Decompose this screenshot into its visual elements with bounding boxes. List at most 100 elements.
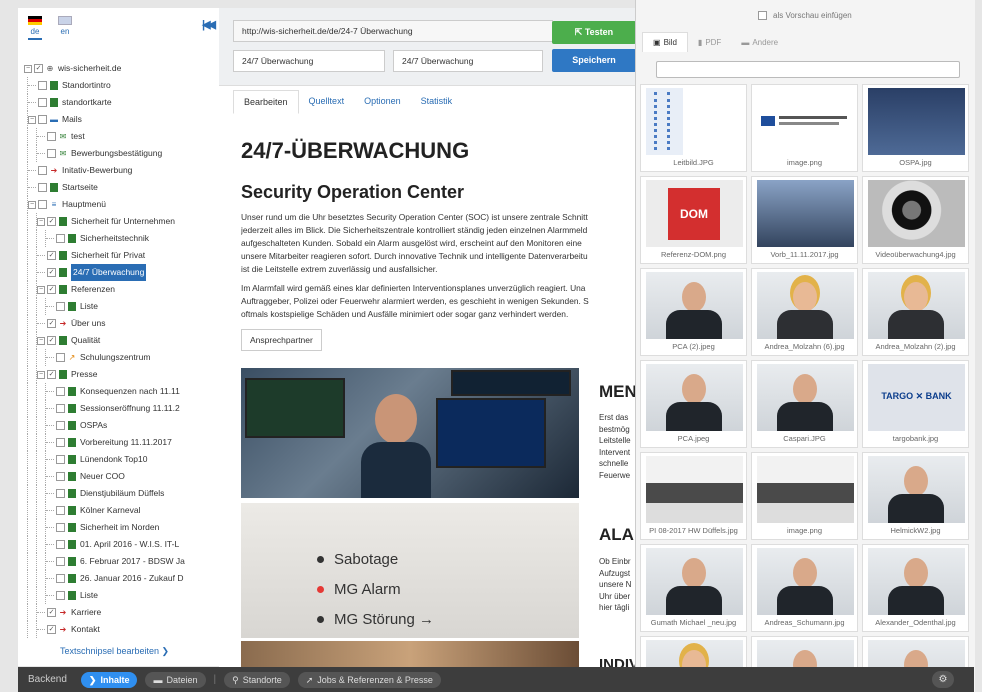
tree-checkbox[interactable]: [56, 404, 65, 413]
nav-jobs[interactable]: ➚ Jobs & Referenzen & Presse: [297, 671, 441, 688]
tree-node[interactable]: Sessionseröffnung 11.11.2: [24, 400, 225, 417]
media-item[interactable]: TARGO ✕ BANK targobank.jpg: [862, 360, 969, 448]
tree-node[interactable]: Startseite: [24, 179, 225, 196]
tree-checkbox[interactable]: [56, 234, 65, 243]
tree-checkbox[interactable]: [56, 472, 65, 481]
tree-checkbox[interactable]: [38, 200, 47, 209]
tree-checkbox[interactable]: [47, 132, 56, 141]
tree-checkbox[interactable]: [38, 115, 47, 124]
tree-checkbox[interactable]: [47, 319, 56, 328]
collapse-toggle-icon[interactable]: −: [28, 200, 36, 209]
tree-node[interactable]: ➔ Über uns: [24, 315, 225, 332]
tab-pdf[interactable]: ▮ PDF: [688, 32, 731, 52]
tree-node[interactable]: 01. April 2016 - W.I.S. IT-L: [24, 536, 225, 553]
tree-node[interactable]: ➔ Initativ-Bewerbung: [24, 162, 225, 179]
media-item[interactable]: Andrea_Molzahn (6).jpg: [751, 268, 858, 356]
media-item[interactable]: image.png: [751, 84, 858, 172]
tree-checkbox[interactable]: [56, 489, 65, 498]
tree-checkbox[interactable]: [56, 557, 65, 566]
tree-node[interactable]: Lünendonk Top10: [24, 451, 225, 468]
tree-checkbox[interactable]: [56, 523, 65, 532]
tree-node[interactable]: ✉ test: [24, 128, 225, 145]
tree-checkbox[interactable]: [47, 625, 56, 634]
tree-checkbox[interactable]: [38, 166, 47, 175]
editable-content[interactable]: 24/7-ÜBERWACHUNG Security Operation Cent…: [241, 138, 639, 351]
tab-andere[interactable]: ▬ Andere: [731, 32, 788, 52]
media-item[interactable]: Andreas_Schumann.jpg: [751, 544, 858, 632]
tree-node[interactable]: Standortintro: [24, 77, 225, 94]
tree-node[interactable]: Sicherheit im Norden: [24, 519, 225, 536]
collapse-toggle-icon[interactable]: −: [37, 285, 45, 294]
collapse-toggle-icon[interactable]: −: [37, 336, 45, 345]
tree-node[interactable]: Neuer COO: [24, 468, 225, 485]
tree-checkbox[interactable]: [56, 540, 65, 549]
edit-snippets-link[interactable]: Textschnipsel bearbeiten ❯: [60, 646, 169, 657]
tree-node[interactable]: OSPAs: [24, 417, 225, 434]
tree-checkbox[interactable]: [56, 591, 65, 600]
tree-node[interactable]: Liste: [24, 587, 225, 604]
tree-checkbox[interactable]: [56, 387, 65, 396]
page-title-field[interactable]: 24/7 Überwachung: [233, 50, 385, 72]
menu-title-field[interactable]: 24/7 Überwachung: [393, 50, 543, 72]
tree-checkbox[interactable]: [56, 353, 65, 362]
tree-node[interactable]: − ⊕ wis-sicherheit.de: [24, 60, 225, 77]
media-item[interactable]: Leitbild.JPG: [640, 84, 747, 172]
language-en[interactable]: en: [58, 16, 72, 40]
preview-checkbox[interactable]: [758, 11, 767, 20]
collapse-toggle-icon[interactable]: −: [28, 115, 36, 124]
save-button[interactable]: Speichern: [552, 49, 636, 72]
collapse-toggle-icon[interactable]: −: [37, 217, 45, 226]
collapse-toggle-icon[interactable]: −: [24, 64, 32, 73]
tree-checkbox[interactable]: [56, 438, 65, 447]
tree-node[interactable]: 6. Februar 2017 - BDSW Ja: [24, 553, 225, 570]
media-item[interactable]: Caspari.JPG: [751, 360, 858, 448]
media-item[interactable]: Videoüberwachung4.jpg: [862, 176, 969, 264]
contact-button[interactable]: Ansprechpartner: [241, 329, 322, 351]
tree-node[interactable]: Liste: [24, 298, 225, 315]
tree-checkbox[interactable]: [47, 268, 56, 277]
media-item[interactable]: image.png: [751, 452, 858, 540]
tree-checkbox[interactable]: [47, 251, 56, 260]
tree-checkbox[interactable]: [56, 574, 65, 583]
tree-node[interactable]: Vorbereitung 11.11.2017: [24, 434, 225, 451]
tree-node[interactable]: Sicherheit für Privat: [24, 247, 225, 264]
url-field[interactable]: http://wis-sicherheit.de/de/24-7 Überwac…: [233, 20, 553, 42]
media-item[interactable]: PCA (2).jpeg: [640, 268, 747, 356]
tree-node[interactable]: − Qualität: [24, 332, 225, 349]
tree-node[interactable]: Dienstjubiläum Düffels: [24, 485, 225, 502]
tree-node[interactable]: ✉ Bewerbungsbestätigung: [24, 145, 225, 162]
tree-node[interactable]: − Referenzen: [24, 281, 225, 298]
tree-checkbox[interactable]: [34, 64, 43, 73]
tree-node[interactable]: 26. Januar 2016 - Zukauf D: [24, 570, 225, 587]
tree-checkbox[interactable]: [56, 506, 65, 515]
tree-node[interactable]: Konsequenzen nach 11.11: [24, 383, 225, 400]
tree-checkbox[interactable]: [47, 370, 56, 379]
media-search-input[interactable]: [656, 61, 960, 78]
preview-option[interactable]: als Vorschau einfügen: [758, 11, 852, 20]
media-item[interactable]: Alexander_Odenthal.jpg: [862, 544, 969, 632]
tree-checkbox[interactable]: [47, 285, 56, 294]
tree-node[interactable]: − ▬ Mails: [24, 111, 225, 128]
tree-checkbox[interactable]: [47, 217, 56, 226]
tree-checkbox[interactable]: [56, 455, 65, 464]
tab-optionen[interactable]: Optionen: [354, 90, 411, 114]
tree-node[interactable]: − ≡ Hauptmenü: [24, 196, 225, 213]
tree-node[interactable]: ➔ Kontakt: [24, 621, 225, 638]
media-item[interactable]: HelmickW2.jpg: [862, 452, 969, 540]
test-button[interactable]: ⇱ Testen: [552, 21, 636, 44]
tree-node[interactable]: standortkarte: [24, 94, 225, 111]
tree-checkbox[interactable]: [38, 81, 47, 90]
nav-standorte[interactable]: ⚲ Standorte: [224, 671, 290, 688]
collapse-sidebar-icon[interactable]: |◀◀: [202, 18, 216, 31]
tree-node[interactable]: − Presse: [24, 366, 225, 383]
tab-quelltext[interactable]: Quelltext: [299, 90, 355, 114]
tab-bearbeiten[interactable]: Bearbeiten: [233, 90, 299, 114]
tree-node[interactable]: 24/7 Überwachung: [24, 264, 225, 281]
media-item[interactable]: Andrea_Molzahn (2).jpg: [862, 268, 969, 356]
tree-checkbox[interactable]: [56, 302, 65, 311]
media-item[interactable]: Gumath Michael _neu.jpg: [640, 544, 747, 632]
tree-checkbox[interactable]: [47, 608, 56, 617]
tree-node[interactable]: Sicherheitstechnik: [24, 230, 225, 247]
tree-node[interactable]: Kölner Karneval: [24, 502, 225, 519]
collapse-toggle-icon[interactable]: −: [37, 370, 45, 379]
